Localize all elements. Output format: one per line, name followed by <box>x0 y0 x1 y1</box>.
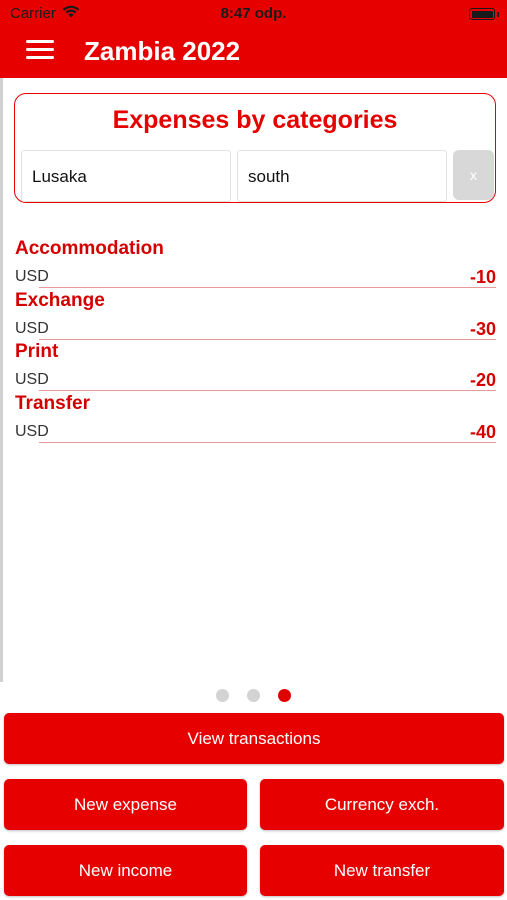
new-expense-button[interactable]: New expense <box>4 779 247 830</box>
category-list: Accommodation USD -10 Exchange USD -30 P… <box>15 235 496 443</box>
page-indicator <box>0 689 507 702</box>
city-filter-input[interactable]: Lusaka <box>21 150 231 202</box>
battery-tip <box>497 12 499 17</box>
category-row-accommodation[interactable]: Accommodation USD -10 <box>15 235 496 288</box>
category-amount: -20 <box>469 370 496 390</box>
nav-bar: Zambia 2022 <box>0 28 507 78</box>
category-row-print[interactable]: Print USD -20 <box>15 338 496 391</box>
category-amount: -40 <box>469 421 496 442</box>
card-title: Expenses by categories <box>112 106 398 134</box>
currency-exchange-button[interactable]: Currency exch. <box>260 779 504 830</box>
category-name: Transfer <box>15 392 90 414</box>
new-transfer-button[interactable]: New transfer <box>260 845 504 896</box>
category-row-transfer[interactable]: Transfer USD -40 <box>15 390 496 443</box>
filter-card: Expenses by categories Lusaka south x <box>14 93 496 203</box>
page-title: Zambia 2022 <box>84 36 241 66</box>
battery-full-icon <box>469 8 495 20</box>
status-bar: Carrier 8:47 odp. <box>0 0 507 28</box>
category-currency: USD <box>15 422 49 440</box>
status-time: 8:47 odp. <box>220 5 287 22</box>
region-filter-input[interactable]: south <box>237 150 447 202</box>
category-amount: -30 <box>469 318 496 339</box>
row-divider <box>39 441 496 443</box>
category-name: Exchange <box>15 289 105 311</box>
category-row-exchange[interactable]: Exchange USD -30 <box>15 287 496 340</box>
category-currency: USD <box>15 371 49 388</box>
page-dot-1[interactable] <box>216 689 229 702</box>
hamburger-menu-icon[interactable] <box>26 40 54 62</box>
page-dot-2[interactable] <box>247 689 260 702</box>
page-dot-3-active[interactable] <box>278 689 291 702</box>
view-transactions-button[interactable]: View transactions <box>4 713 504 764</box>
category-name: Accommodation <box>15 238 164 259</box>
category-currency: USD <box>15 319 49 337</box>
new-income-button[interactable]: New income <box>4 845 247 896</box>
category-currency: USD <box>15 268 49 285</box>
scroll-edge <box>0 78 3 682</box>
clear-filter-button[interactable]: x <box>453 150 494 200</box>
category-name: Print <box>15 341 59 362</box>
category-amount: -10 <box>469 267 496 287</box>
